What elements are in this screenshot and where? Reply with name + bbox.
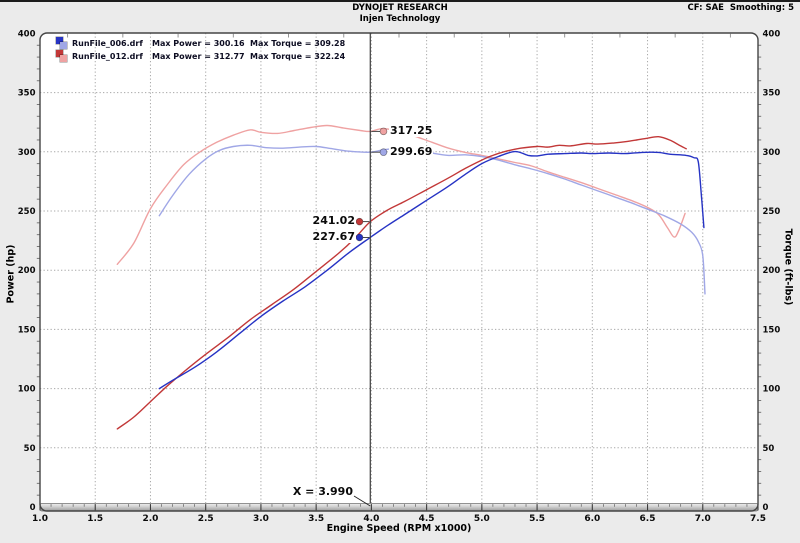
y-tick-label-right: 400 [763, 29, 781, 39]
readout-dot-torque_red [380, 128, 387, 135]
torque-color-chip [60, 55, 67, 62]
y-tick-label-right: 350 [763, 89, 781, 99]
plot-area [40, 33, 758, 511]
correction-smoothing-settings: CF: SAE Smoothing: 5 [688, 3, 794, 13]
report-subtitle: Injen Technology [0, 14, 800, 24]
report-title: DYNOJET RESEARCH [0, 3, 800, 13]
y-tick-label-right: 50 [763, 444, 775, 454]
cursor-readout-torque_red: 317.25 [389, 125, 433, 137]
y-tick-label-right: 250 [763, 207, 781, 217]
y-tick-label-left: 350 [18, 89, 36, 99]
y-tick-label-left: 300 [18, 148, 36, 158]
dyno-report-screen: DYNOJET RESEARCH Injen Technology CF: SA… [0, 0, 800, 543]
y-tick-label-left: 0 [30, 503, 36, 513]
y-tick-label-left: 100 [18, 385, 36, 395]
legend-file-name: RunFile_006.drf [72, 39, 152, 48]
legend-max-torque: Max Torque = 309.28 [250, 39, 345, 48]
right-axis-title: Torque (ft-lbs) [783, 229, 794, 306]
left-axis-title: Power (hp) [6, 245, 17, 304]
window-top-edge [0, 0, 800, 2]
cursor-x-label: X = 3.990 [290, 486, 354, 498]
legend-row-run2: RunFile_012.drf Max Power = 312.77 Max T… [56, 50, 345, 63]
y-tick-label-right: 150 [763, 325, 781, 335]
readout-dot-power_blue [356, 234, 363, 241]
legend-max-power: Max Power = 312.77 [152, 52, 250, 61]
y-tick-label-left: 250 [18, 207, 36, 217]
cursor-readout-power_red: 241.02 [309, 215, 356, 227]
y-tick-label-right: 300 [763, 148, 781, 158]
y-tick-label-right: 100 [763, 385, 781, 395]
legend-row-run1: RunFile_006.drf Max Power = 300.16 Max T… [56, 37, 345, 50]
torque-color-chip [60, 42, 67, 49]
legend-file-name: RunFile_012.drf [72, 52, 152, 61]
x-axis-title: Engine Speed (RPM x1000) [40, 523, 758, 534]
legend-max-torque: Max Torque = 322.24 [250, 52, 345, 61]
legend-swatch-run1 [56, 37, 68, 50]
y-tick-label-left: 50 [24, 444, 36, 454]
legend-swatch-run2 [56, 50, 68, 63]
cursor-readout-power_blue: 227.67 [309, 231, 356, 243]
legend-max-power: Max Power = 300.16 [152, 39, 250, 48]
y-tick-label-right: 200 [763, 266, 781, 276]
readout-dot-power_red [356, 218, 363, 225]
y-tick-label-left: 200 [18, 266, 36, 276]
y-tick-label-left: 400 [18, 29, 36, 39]
dyno-chart: 0 0 50 50 100 100 150 150 200 200 250 250 300 300 350 3… [0, 0, 800, 543]
legend: RunFile_006.drf Max Power = 300.16 Max T… [56, 37, 345, 63]
readout-dot-torque_blue [380, 149, 387, 156]
y-tick-label-left: 150 [18, 325, 36, 335]
cursor-readout-torque_blue: 299.69 [389, 146, 433, 158]
x-axis-bar [40, 504, 758, 512]
y-tick-label-right: 0 [763, 503, 769, 513]
